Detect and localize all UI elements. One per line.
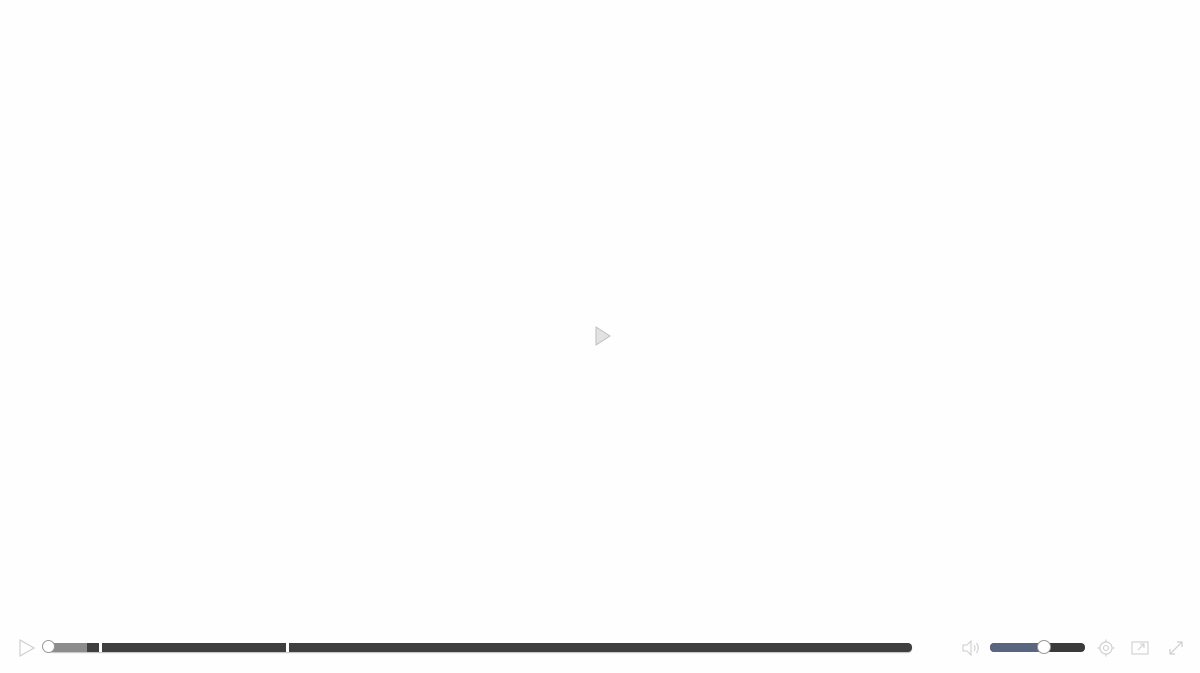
play-icon <box>19 638 36 658</box>
chapter-marker <box>286 643 290 652</box>
volume-slider[interactable] <box>990 640 1085 654</box>
settings-button[interactable] <box>1096 638 1116 658</box>
picture-in-picture-icon <box>1131 641 1149 655</box>
volume-fill <box>990 643 1045 652</box>
fullscreen-button[interactable] <box>1166 638 1186 658</box>
volume-icon <box>962 639 979 657</box>
play-icon <box>595 326 611 346</box>
control-bar <box>0 630 1200 666</box>
center-play-button[interactable] <box>593 325 613 347</box>
progress-thumb[interactable] <box>42 640 55 653</box>
progress-bar[interactable] <box>42 640 912 653</box>
volume-button[interactable] <box>960 638 982 658</box>
video-player[interactable] <box>0 0 1200 673</box>
picture-in-picture-button[interactable] <box>1130 638 1150 658</box>
play-button[interactable] <box>16 638 38 658</box>
gear-icon <box>1097 639 1115 657</box>
chapter-marker <box>98 643 102 652</box>
volume-thumb[interactable] <box>1037 640 1052 654</box>
fullscreen-icon <box>1169 641 1183 655</box>
